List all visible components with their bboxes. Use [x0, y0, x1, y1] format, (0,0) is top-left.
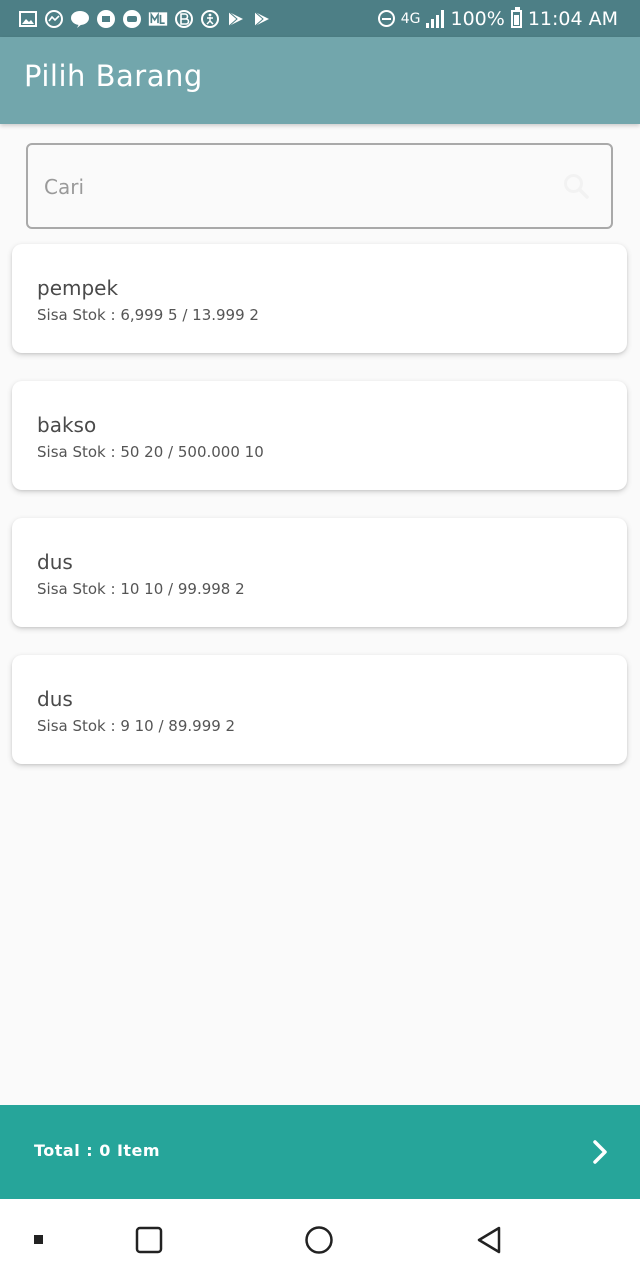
play-store-icon	[252, 9, 272, 29]
clock: 11:04 AM	[527, 7, 618, 30]
item-name: dus	[37, 687, 73, 711]
list-item[interactable]: dus Sisa Stok : 10 10 / 99.998 2	[12, 518, 627, 627]
search-icon[interactable]	[563, 173, 589, 199]
accessibility-icon	[200, 9, 220, 29]
item-name: pempek	[37, 276, 119, 300]
battery-icon	[510, 6, 522, 28]
list-item[interactable]: dus Sisa Stok : 9 10 / 89.999 2	[12, 655, 627, 764]
status-bar: 4G 100% 11:04 AM	[0, 0, 640, 37]
b-icon	[174, 9, 194, 29]
back-triangle-icon[interactable]	[472, 1223, 506, 1257]
messenger-icon	[44, 9, 64, 29]
item-name: bakso	[37, 413, 97, 437]
navigation-bar	[0, 1199, 640, 1280]
image-icon	[18, 9, 38, 29]
item-stock: Sisa Stok : 9 10 / 89.999 2	[37, 717, 236, 735]
item-name: dus	[37, 550, 73, 574]
total-items: Total : 0 Item	[34, 1141, 161, 1160]
do-not-disturb-icon	[377, 10, 395, 27]
item-stock: Sisa Stok : 6,999 5 / 13.999 2	[37, 306, 259, 324]
page-title: Pilih Barang	[24, 59, 203, 93]
signal-icon	[426, 9, 445, 28]
list-item[interactable]: pempek Sisa Stok : 6,999 5 / 13.999 2	[12, 244, 627, 353]
item-stock: Sisa Stok : 50 20 / 500.000 10	[37, 443, 264, 461]
list-item[interactable]: bakso Sisa Stok : 50 20 / 500.000 10	[12, 381, 627, 490]
system-status: 4G 100% 11:04 AM	[377, 6, 618, 30]
overview-square-icon[interactable]	[132, 1223, 166, 1257]
search-box[interactable]	[26, 143, 613, 229]
home-circle-icon[interactable]	[302, 1223, 336, 1257]
chevron-right-icon[interactable]	[586, 1138, 614, 1166]
line-icon	[70, 9, 90, 29]
app-bar: Pilih Barang	[0, 37, 640, 124]
chat-icon	[96, 9, 116, 29]
item-stock: Sisa Stok : 10 10 / 99.998 2	[37, 580, 245, 598]
recent-dot-icon[interactable]	[22, 1223, 56, 1257]
game-icon	[122, 9, 142, 29]
footer-bar[interactable]: Total : 0 Item	[0, 1105, 640, 1199]
search-input[interactable]	[42, 145, 546, 229]
ml-icon	[148, 9, 168, 29]
play-store-icon	[226, 9, 246, 29]
battery-percentage: 100%	[450, 7, 505, 30]
network-type: 4G	[400, 10, 421, 27]
notification-icons	[18, 9, 272, 29]
